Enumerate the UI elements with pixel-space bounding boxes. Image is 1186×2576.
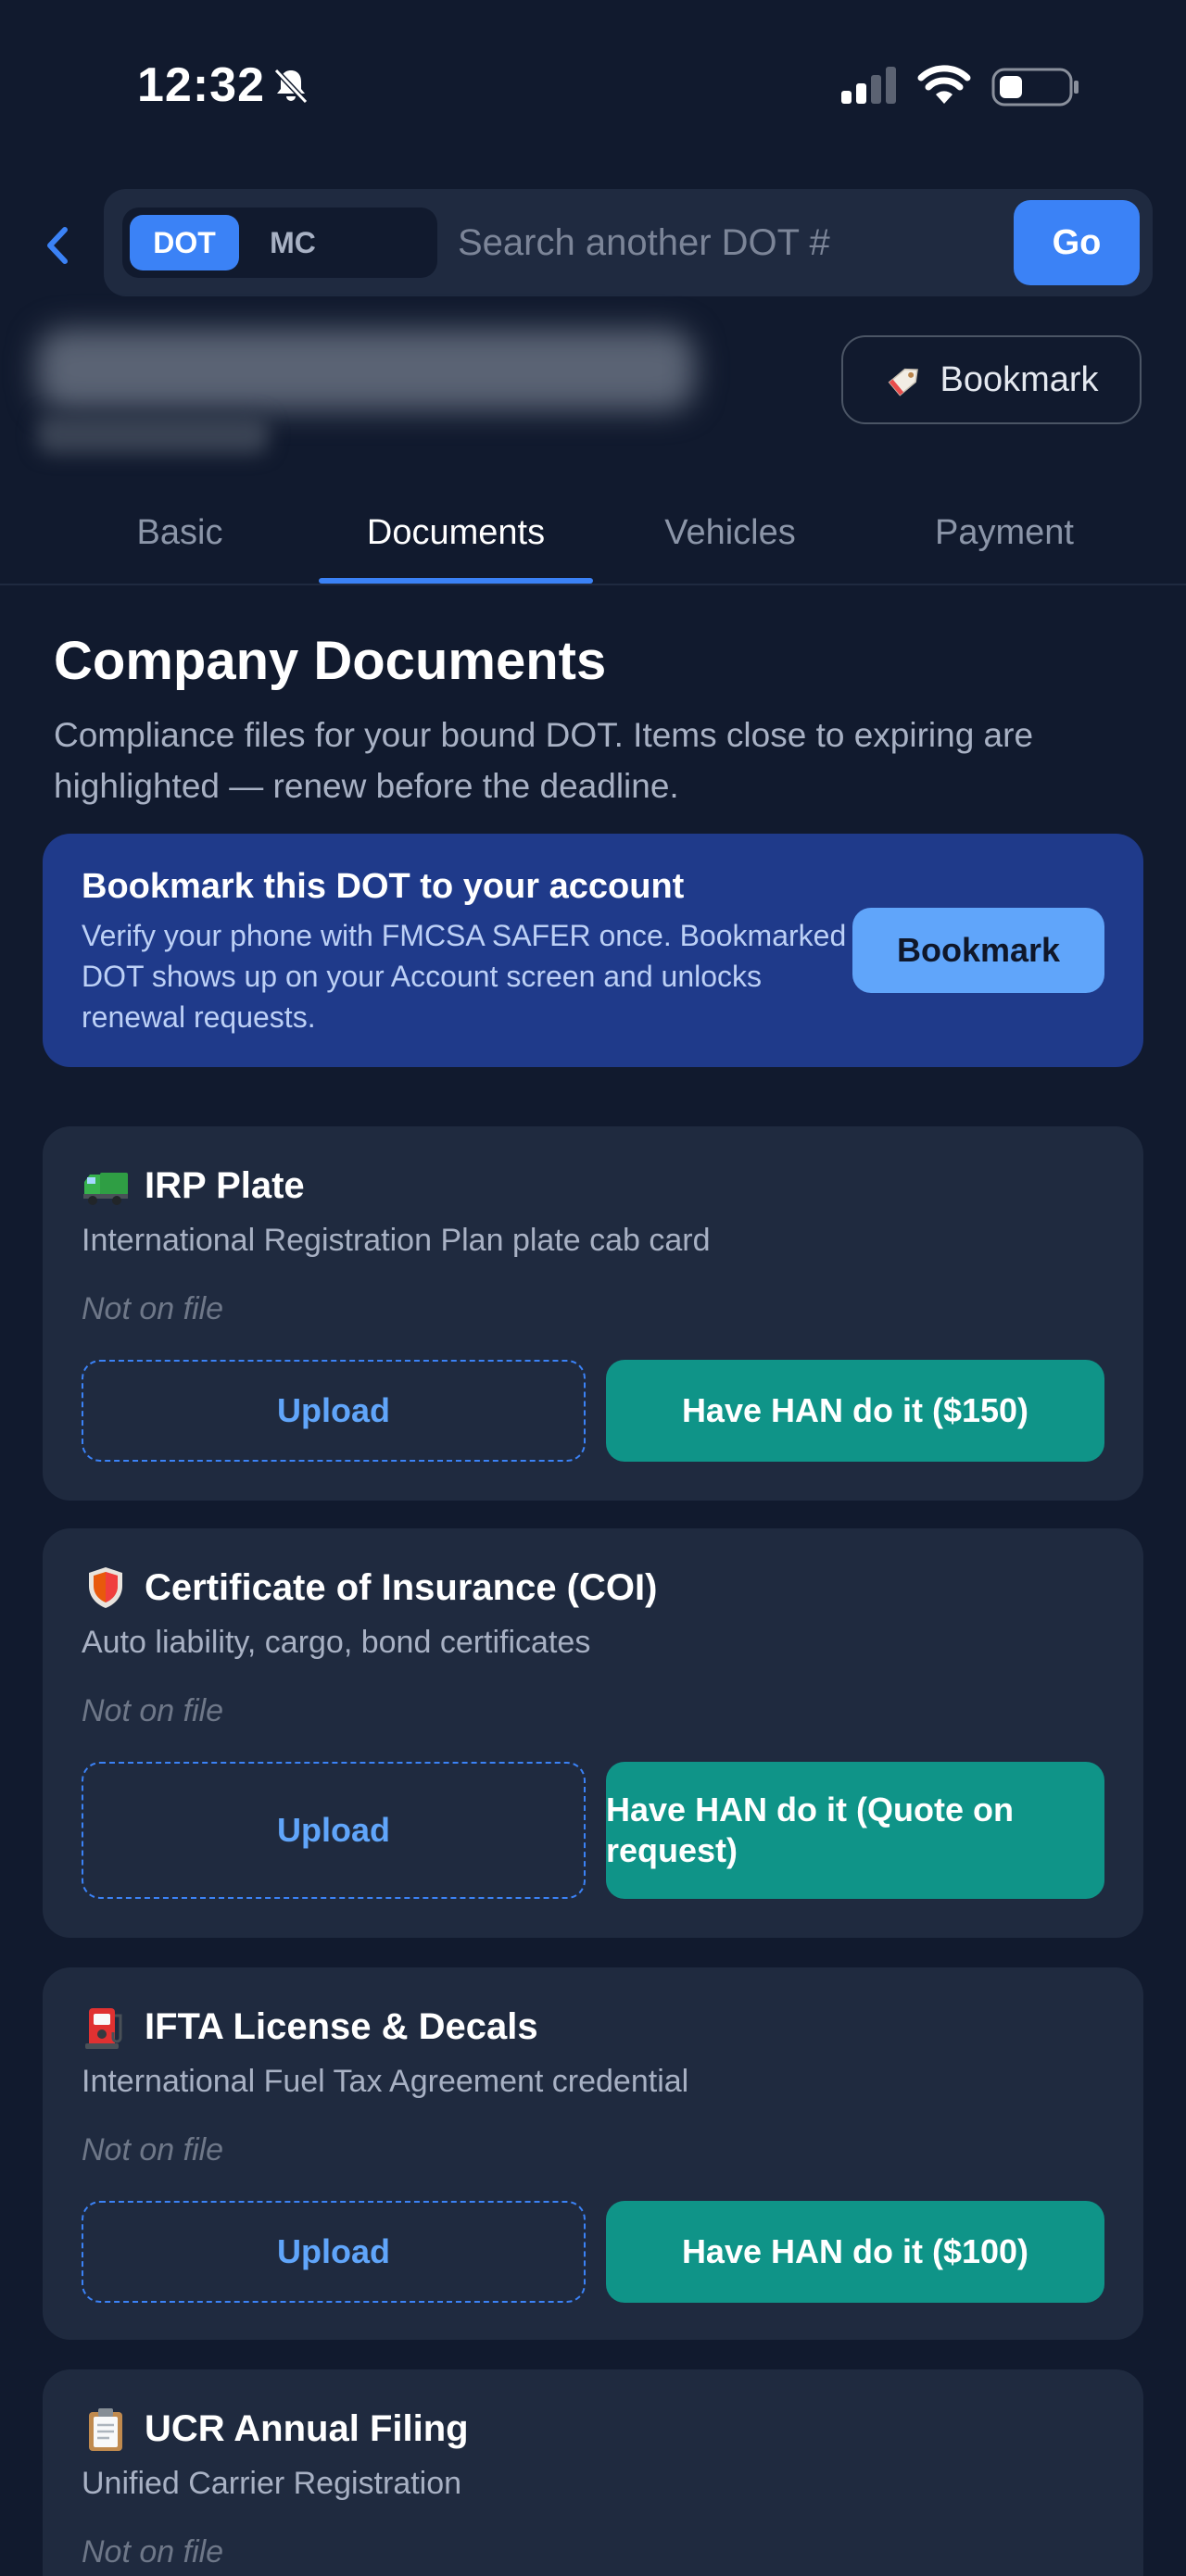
battery-icon [991, 68, 1079, 107]
tab-payment[interactable]: Payment [867, 482, 1142, 584]
have-han-do-it-button[interactable]: Have HAN do it ($100) [606, 2201, 1104, 2303]
document-status: Not on file [82, 1291, 224, 1326]
fuel-pump-icon [85, 2008, 122, 2049]
cellular-signal-icon [841, 67, 896, 104]
document-card-irp-plate: IRP Plate International Registration Pla… [43, 1126, 1143, 1501]
tab-vehicles[interactable]: Vehicles [593, 482, 867, 584]
document-subtitle: Unified Carrier Registration [82, 2466, 462, 2501]
page-description: Compliance files for your bound DOT. Ite… [54, 716, 1034, 805]
back-chevron-icon[interactable] [37, 220, 78, 270]
document-status: Not on file [82, 2534, 224, 2570]
page-title: Company Documents [54, 631, 607, 691]
upload-button[interactable]: Upload [82, 2201, 586, 2303]
document-status: Not on file [82, 2132, 224, 2168]
dot-search-input[interactable] [458, 215, 1097, 270]
bookmark-promo-card: Bookmark this DOT to your account Verify… [43, 834, 1143, 1067]
bell-muted-icon [273, 68, 309, 105]
have-han-do-it-button[interactable]: Have HAN do it ($150) [606, 1360, 1104, 1462]
status-bar: 12:32 [0, 0, 1186, 176]
document-status: Not on file [82, 1693, 224, 1728]
document-title: UCR Annual Filing [145, 2407, 469, 2449]
document-title: IRP Plate [145, 1164, 305, 1206]
shield-icon [89, 1567, 122, 1608]
tab-documents[interactable]: Documents [319, 482, 593, 584]
tag-icon [889, 368, 919, 396]
document-card-coi: Certificate of Insurance (COI) Auto liab… [43, 1528, 1143, 1938]
promo-bookmark-button[interactable]: Bookmark [852, 908, 1104, 993]
tab-bar: Basic Documents Vehicles Payment [0, 482, 1186, 585]
wifi-icon [917, 65, 971, 104]
dot-search-bar: DOT MC Go [104, 189, 1153, 296]
document-subtitle: Auto liability, cargo, bond certificates [82, 1625, 591, 1660]
mode-dot-button[interactable]: DOT [130, 215, 239, 270]
upload-button[interactable]: Upload [82, 1762, 586, 1899]
document-subtitle: International Registration Plan plate ca… [82, 1223, 711, 1258]
document-title: IFTA License & Decals [145, 2005, 538, 2047]
active-tab-indicator [319, 578, 593, 584]
header-bookmark-label: Bookmark [940, 359, 1099, 399]
document-subtitle: International Fuel Tax Agreement credent… [82, 2064, 689, 2099]
have-han-do-it-button[interactable]: Have HAN do it (Quote on request) [606, 1762, 1104, 1899]
upload-button[interactable]: Upload [82, 1360, 586, 1462]
document-card-ucr: UCR Annual Filing Unified Carrier Regist… [43, 2369, 1143, 2576]
go-button[interactable]: Go [1014, 200, 1140, 285]
company-name-redacted [37, 329, 695, 410]
truck-icon [83, 1173, 128, 1205]
document-title: Certificate of Insurance (COI) [145, 1566, 658, 1608]
mode-mc-button[interactable]: MC [248, 215, 337, 270]
status-time: 12:32 [137, 58, 265, 112]
document-card-ifta: IFTA License & Decals International Fuel… [43, 1967, 1143, 2340]
clipboard-icon [89, 2408, 122, 2451]
header-bookmark-button[interactable]: Bookmark [841, 335, 1142, 424]
promo-text: Verify your phone with FMCSA SAFER once.… [82, 919, 847, 1034]
company-subtitle-redacted [37, 415, 269, 454]
tab-basic[interactable]: Basic [43, 482, 317, 584]
promo-title: Bookmark this DOT to your account [82, 867, 685, 906]
search-mode-toggle: DOT MC [122, 207, 437, 278]
